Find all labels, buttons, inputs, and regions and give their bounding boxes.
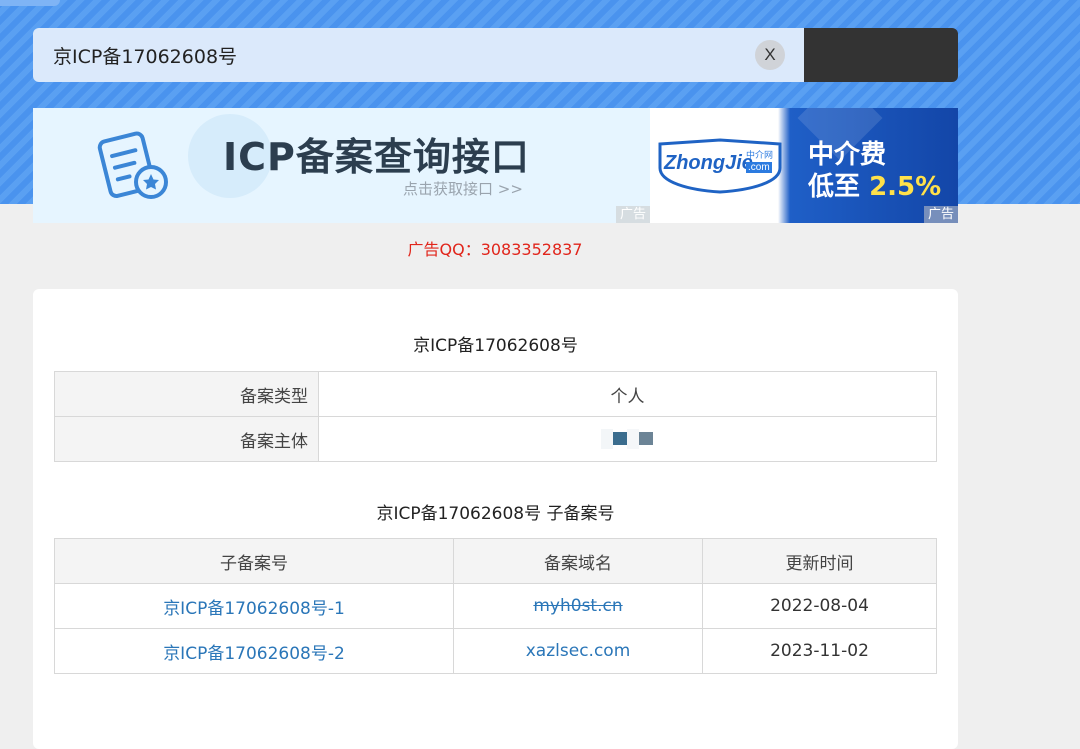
promo-line-2: 低至 2.5% bbox=[808, 166, 941, 203]
table-row: 京ICP备17062608号-1 myh0st.cn 2022-08-04 bbox=[54, 583, 937, 629]
search-bar: X bbox=[33, 28, 958, 82]
sub-record-updated: 2023-11-02 bbox=[702, 628, 937, 674]
ad-tag: 广告 bbox=[924, 206, 958, 223]
ad-tag: 广告 bbox=[616, 206, 650, 223]
sub-record-domain-cell: myh0st.cn bbox=[453, 583, 703, 629]
banner-title: ICP备案查询接口 bbox=[223, 135, 530, 179]
table-row: 备案类型 个人 bbox=[54, 371, 937, 417]
record-type-label: 备案类型 bbox=[54, 371, 319, 417]
column-header-updated: 更新时间 bbox=[702, 538, 937, 584]
result-card: 京ICP备17062608号 备案类型 个人 备案主体 京ICP备1706260… bbox=[33, 289, 958, 749]
sub-record-domain-cell: xazlsec.com bbox=[453, 628, 703, 674]
column-header-domain: 备案域名 bbox=[453, 538, 703, 584]
column-header-number: 子备案号 bbox=[54, 538, 454, 584]
table-header-row: 子备案号 备案域名 更新时间 bbox=[54, 538, 937, 584]
record-owner-value bbox=[318, 416, 937, 462]
clear-button[interactable]: X bbox=[755, 40, 785, 70]
ad-contact-qq: 广告QQ：3083352837 bbox=[407, 240, 583, 259]
record-type-value: 个人 bbox=[318, 371, 937, 417]
sub-record-number-cell: 京ICP备17062608号-2 bbox=[54, 628, 454, 674]
record-info-table: 备案类型 个人 备案主体 bbox=[54, 371, 937, 462]
sub-records-title: 京ICP备17062608号 子备案号 bbox=[376, 504, 615, 524]
zhongjie-logo-small: 中介网 bbox=[746, 151, 774, 161]
zhongjie-banner-ad[interactable]: ZhongJie 中介网 .com 中介费 低至 2.5% 广告 bbox=[650, 108, 958, 223]
search-button[interactable] bbox=[804, 28, 958, 82]
sub-record-domain-link[interactable]: xazlsec.com bbox=[526, 641, 631, 661]
sub-record-number-link[interactable]: 京ICP备17062608号-1 bbox=[163, 599, 345, 619]
sub-record-updated: 2022-08-04 bbox=[702, 583, 937, 629]
sub-record-domain-link[interactable]: myh0st.cn bbox=[533, 596, 622, 616]
redacted-mosaic-icon bbox=[600, 429, 653, 449]
zhongjie-logo-text: ZhongJie bbox=[664, 152, 753, 174]
promo-prefix: 低至 bbox=[808, 172, 870, 202]
table-row: 京ICP备17062608号-2 xazlsec.com 2023-11-02 bbox=[54, 628, 937, 674]
record-title: 京ICP备17062608号 bbox=[413, 336, 578, 356]
search-input[interactable] bbox=[33, 28, 804, 82]
record-owner-label: 备案主体 bbox=[54, 416, 319, 462]
banner-subtitle-link[interactable]: 点击获取接口 >> bbox=[403, 178, 523, 199]
sub-record-number-link[interactable]: 京ICP备17062608号-2 bbox=[163, 644, 345, 664]
sub-records-table: 子备案号 备案域名 更新时间 京ICP备17062608号-1 myh0st.c… bbox=[54, 538, 937, 674]
zhongjie-logo-domain: .com bbox=[746, 162, 772, 173]
document-badge-icon bbox=[97, 131, 168, 199]
corner-decoration bbox=[0, 0, 60, 6]
sub-record-number-cell: 京ICP备17062608号-1 bbox=[54, 583, 454, 629]
table-row: 备案主体 bbox=[54, 416, 937, 462]
promo-highlight: 2.5% bbox=[869, 172, 942, 202]
icp-api-banner-ad[interactable]: ICP备案查询接口 点击获取接口 >> 广告 bbox=[33, 108, 650, 223]
